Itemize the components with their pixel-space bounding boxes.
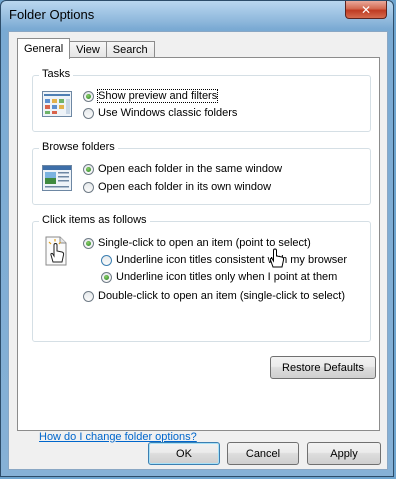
tab-strip: General View Search bbox=[17, 38, 155, 59]
own-window-radio[interactable] bbox=[83, 181, 94, 193]
browse-folders-group: Browse folders Open each folder in the s… bbox=[32, 141, 371, 205]
show-preview-radio[interactable] bbox=[83, 90, 94, 102]
same-window-option[interactable]: Open each folder in the same window bbox=[83, 161, 282, 177]
underline-browser-option[interactable]: Underline icon titles consistent with my… bbox=[101, 252, 347, 268]
show-preview-option[interactable]: Show preview and filters bbox=[83, 88, 219, 104]
apply-button[interactable]: Apply bbox=[307, 442, 381, 465]
underline-point-label: Underline icon titles only when I point … bbox=[116, 271, 338, 283]
click-items-title: Click items as follows bbox=[39, 214, 150, 226]
own-window-option[interactable]: Open each folder in its own window bbox=[83, 179, 271, 195]
same-window-radio[interactable] bbox=[83, 163, 94, 175]
window-title: Folder Options bbox=[9, 7, 95, 22]
dialog-client-area: General View Search Tasks Show preview a… bbox=[8, 31, 388, 470]
click-items-group: Click items as follows Single-click to o… bbox=[32, 214, 371, 342]
own-window-label: Open each folder in its own window bbox=[98, 181, 272, 193]
cancel-button[interactable]: Cancel bbox=[227, 442, 299, 465]
preview-filters-icon bbox=[42, 91, 72, 120]
general-tab-panel: Tasks Show preview and filters Use Windo… bbox=[17, 57, 380, 443]
same-window-label: Open each folder in the same window bbox=[98, 163, 283, 175]
close-button[interactable]: ✕ bbox=[345, 1, 387, 19]
ok-button[interactable]: OK bbox=[148, 442, 220, 465]
tasks-group-title: Tasks bbox=[39, 68, 74, 80]
underline-browser-label: Underline icon titles consistent with my… bbox=[116, 254, 348, 266]
double-click-option[interactable]: Double-click to open an item (single-cli… bbox=[83, 288, 345, 304]
double-click-radio[interactable] bbox=[83, 290, 94, 302]
tab-general[interactable]: General bbox=[17, 38, 71, 59]
underline-browser-radio[interactable] bbox=[101, 254, 112, 266]
browse-folders-title: Browse folders bbox=[39, 141, 118, 153]
hand-cursor-icon bbox=[269, 248, 285, 271]
restore-defaults-button[interactable]: Restore Defaults bbox=[270, 356, 376, 379]
tasks-group: Tasks Show preview and filters Use Windo… bbox=[32, 68, 371, 132]
underline-point-option[interactable]: Underline icon titles only when I point … bbox=[101, 269, 337, 285]
double-click-label: Double-click to open an item (single-cli… bbox=[98, 290, 345, 302]
classic-folders-option[interactable]: Use Windows classic folders bbox=[83, 105, 237, 121]
show-preview-label: Show preview and filters bbox=[96, 89, 219, 103]
single-click-radio[interactable] bbox=[83, 237, 94, 249]
folder-options-window: Folder Options ✕ General View Search Tas… bbox=[0, 0, 394, 477]
underline-point-radio[interactable] bbox=[101, 271, 112, 283]
classic-folders-label: Use Windows classic folders bbox=[98, 107, 238, 119]
hand-pointer-icon bbox=[43, 236, 69, 269]
classic-folders-radio[interactable] bbox=[83, 107, 94, 119]
folder-window-icon bbox=[42, 165, 72, 194]
